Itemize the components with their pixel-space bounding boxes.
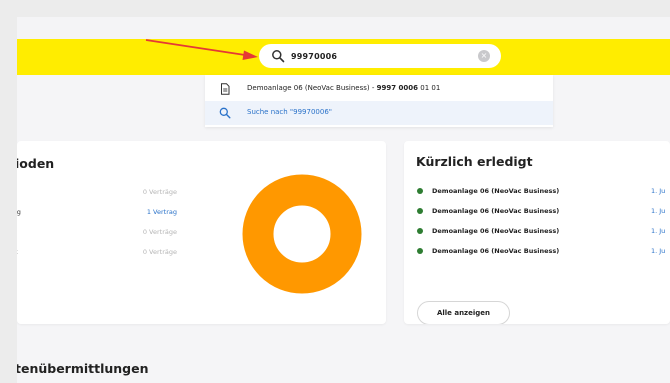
search-bar[interactable]: 99970006 × <box>259 44 501 68</box>
recently-done-title: Kürzlich erledigt <box>416 154 533 169</box>
period-count: 0 Verträge <box>142 248 177 256</box>
donut-slice <box>242 174 362 294</box>
periods-card: ioden 0 Verträge ig 1 Vertrag 0 Verträge… <box>17 141 386 324</box>
recent-item-date: 1. Ju <box>651 227 666 235</box>
recent-item-name: Demoanlage 06 (NeoVac Business) <box>432 227 560 235</box>
contracts-donut-chart <box>242 174 362 294</box>
app-frame: 99970006 × Demoanlage 06 (NeoVac Busines… <box>17 17 670 383</box>
period-row[interactable]: ig 1 Vertrag <box>17 206 197 218</box>
search-icon <box>219 107 231 119</box>
top-strip <box>17 17 670 39</box>
recent-item[interactable]: Demoanlage 06 (NeoVac Business) 1. Ju <box>417 184 670 198</box>
search-icon <box>272 50 285 63</box>
search-input[interactable]: 99970006 <box>291 52 337 61</box>
section-title: tenübermittlungen <box>17 361 149 376</box>
period-row[interactable]: 0 Verträge <box>17 186 197 198</box>
recently-done-card: Kürzlich erledigt Demoanlage 06 (NeoVac … <box>404 141 670 324</box>
period-label: t <box>17 248 18 256</box>
document-icon <box>221 83 230 95</box>
status-dot <box>417 188 423 194</box>
period-count-link[interactable]: 1 Vertrag <box>147 208 177 216</box>
recent-item-date: 1. Ju <box>651 187 666 195</box>
recent-item-name: Demoanlage 06 (NeoVac Business) <box>432 247 560 255</box>
search-for-text: Suche nach "99970006" <box>247 108 333 116</box>
recent-item-date: 1. Ju <box>651 247 666 255</box>
suggestion-result-text: Demoanlage 06 (NeoVac Business) - 9997 0… <box>247 84 441 92</box>
period-count: 0 Verträge <box>142 188 177 196</box>
recent-item[interactable]: Demoanlage 06 (NeoVac Business) 1. Ju <box>417 224 670 238</box>
period-label: ig <box>17 208 21 216</box>
recent-item-name: Demoanlage 06 (NeoVac Business) <box>432 207 560 215</box>
search-suggestions: Demoanlage 06 (NeoVac Business) - 9997 0… <box>205 75 553 127</box>
status-dot <box>417 248 423 254</box>
status-dot <box>417 208 423 214</box>
suggestion-result[interactable]: Demoanlage 06 (NeoVac Business) - 9997 0… <box>205 77 553 101</box>
recent-item-date: 1. Ju <box>651 207 666 215</box>
recent-item[interactable]: Demoanlage 06 (NeoVac Business) 1. Ju <box>417 244 670 258</box>
period-row[interactable]: 0 Verträge <box>17 226 197 238</box>
suggestion-search-for[interactable]: Suche nach "99970006" <box>205 101 553 125</box>
clear-search-icon[interactable]: × <box>478 50 490 62</box>
status-dot <box>417 228 423 234</box>
period-row[interactable]: t 0 Verträge <box>17 246 197 258</box>
periods-card-title: ioden <box>17 156 55 171</box>
recent-item[interactable]: Demoanlage 06 (NeoVac Business) 1. Ju <box>417 204 670 218</box>
recent-item-name: Demoanlage 06 (NeoVac Business) <box>432 187 560 195</box>
show-all-button[interactable]: Alle anzeigen <box>417 301 510 324</box>
period-count: 0 Verträge <box>142 228 177 236</box>
